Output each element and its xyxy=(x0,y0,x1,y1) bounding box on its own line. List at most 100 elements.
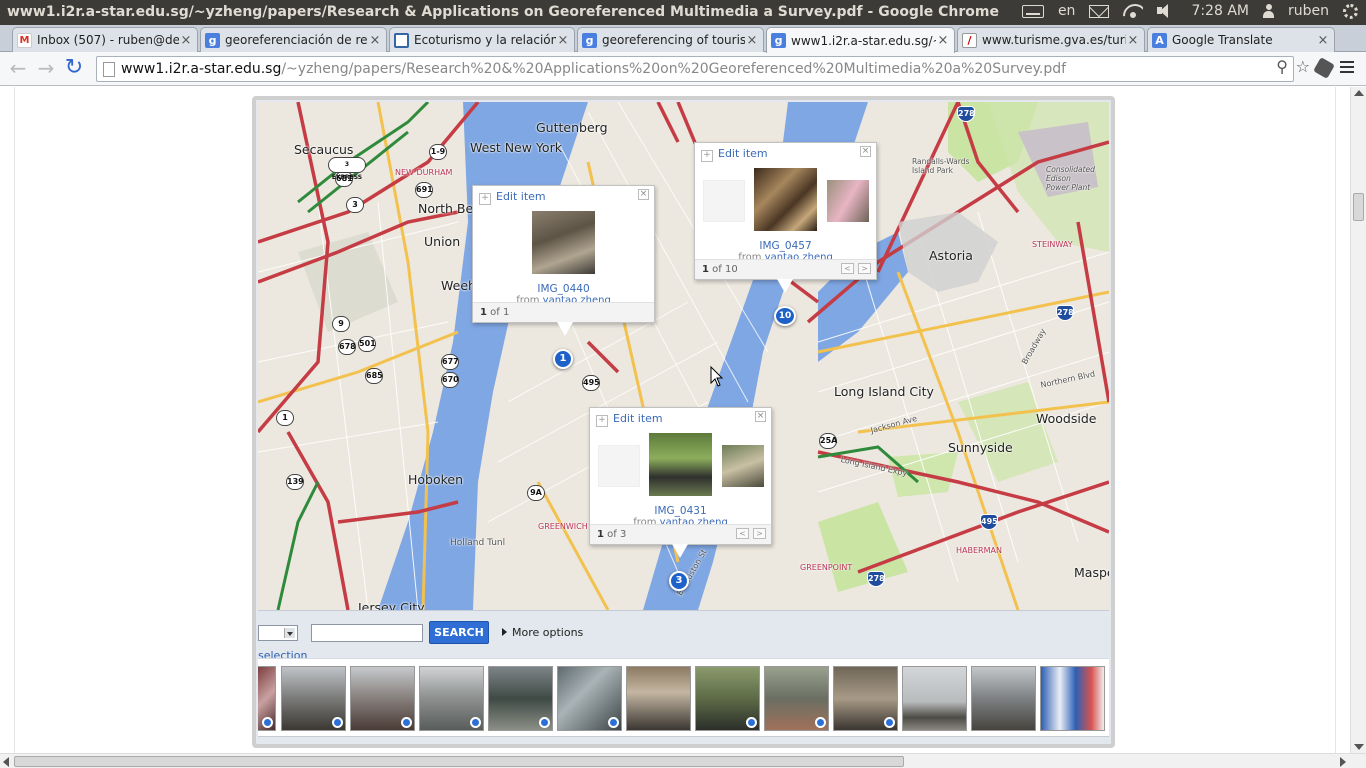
edit-item-link[interactable]: Edit item xyxy=(596,412,663,427)
scrollbar-thumb[interactable] xyxy=(14,756,904,767)
map-marker[interactable]: 10 xyxy=(774,306,796,326)
tab-georeferencing[interactable]: g georeferencing of touris × xyxy=(577,27,764,52)
reload-button[interactable]: ↻ xyxy=(62,57,86,81)
photo-thumbnail[interactable] xyxy=(754,168,817,231)
tab-turisme[interactable]: / www.turisme.gva.es/turi × xyxy=(957,27,1145,52)
scroll-left-icon[interactable] xyxy=(3,757,9,767)
photo-thumbnail-prev[interactable] xyxy=(703,180,745,222)
popup-next-button[interactable]: > xyxy=(753,528,766,539)
bookmark-star-icon[interactable]: ☆ xyxy=(1296,57,1310,76)
tab-georeferenciacion[interactable]: g georeferenciación de re × xyxy=(200,27,387,52)
scroll-down-icon[interactable] xyxy=(1354,744,1364,750)
popup-total: of 3 xyxy=(607,529,627,540)
close-icon[interactable]: × xyxy=(860,146,871,157)
scrollbar-thumb[interactable] xyxy=(1353,193,1364,221)
scroll-up-icon[interactable] xyxy=(1354,90,1364,96)
map-label-union-city: Union xyxy=(424,234,461,249)
photo-title-link[interactable]: IMG_0440 xyxy=(473,283,654,295)
pdf-viewport[interactable]: Guttenberg West New York Secaucus North … xyxy=(0,87,1350,753)
photo-thumbnail-next[interactable] xyxy=(722,445,764,487)
user-name[interactable]: ruben xyxy=(1288,3,1329,19)
keyboard-layout-indicator[interactable]: en xyxy=(1058,3,1076,19)
photo-thumbnail[interactable] xyxy=(532,211,595,274)
extension-icon[interactable] xyxy=(1313,57,1335,79)
pdf-icon: / xyxy=(962,32,977,48)
close-icon[interactable]: × xyxy=(755,411,766,422)
highway-shield: 501 xyxy=(358,336,376,352)
map-label-holland-tunnel: Holland Tunl xyxy=(450,538,506,548)
edit-item-link[interactable]: Edit item xyxy=(701,147,768,162)
tab-active-pdf[interactable]: g www1.i2r.a-star.edu.sg/~ × xyxy=(766,27,955,53)
chevron-down-icon xyxy=(287,632,293,636)
clock[interactable]: 7:28 AM xyxy=(1191,3,1249,19)
tab-google-translate[interactable]: A Google Translate × xyxy=(1147,27,1335,52)
strip-thumbnail[interactable] xyxy=(350,666,415,731)
tab-label: Inbox (507) - ruben@dev xyxy=(37,33,179,47)
tab-label: georeferencing of touris xyxy=(602,33,745,47)
keyboard-icon[interactable] xyxy=(1021,4,1044,18)
close-icon[interactable]: × xyxy=(1316,33,1330,48)
strip-thumbnail[interactable] xyxy=(626,666,691,731)
strip-thumbnail[interactable] xyxy=(488,666,553,731)
search-input[interactable] xyxy=(311,624,423,642)
photo-thumbnail[interactable] xyxy=(649,433,712,496)
user-icon[interactable] xyxy=(1262,4,1274,18)
strip-thumbnail[interactable] xyxy=(1040,666,1105,731)
strip-thumbnail[interactable] xyxy=(833,666,898,731)
close-icon[interactable]: × xyxy=(368,33,382,48)
map-view[interactable]: Guttenberg West New York Secaucus North … xyxy=(258,102,1109,610)
photo-thumbnail-prev[interactable] xyxy=(598,445,640,487)
photo-title-link[interactable]: IMG_0431 xyxy=(590,505,771,517)
search-button[interactable]: SEARCH xyxy=(429,621,489,644)
strip-thumbnail[interactable] xyxy=(695,666,760,731)
map-label-greenpoint: GREENPOINT xyxy=(800,563,853,572)
geotag-dot-icon xyxy=(884,717,895,728)
strip-thumbnail[interactable] xyxy=(419,666,484,731)
zoom-icon[interactable]: ⚲ xyxy=(1276,57,1288,76)
popup-prev-button[interactable]: < xyxy=(736,528,749,539)
search-scope-select[interactable] xyxy=(258,625,298,641)
tab-label: Google Translate xyxy=(1172,33,1273,47)
strip-thumbnail[interactable] xyxy=(902,666,967,731)
chrome-menu-icon[interactable] xyxy=(1340,61,1354,73)
map-marker[interactable]: 3 xyxy=(669,571,689,591)
tab-gmail[interactable]: M Inbox (507) - ruben@dev × xyxy=(12,27,198,52)
geotag-dot-icon xyxy=(746,717,757,728)
horizontal-scrollbar[interactable] xyxy=(0,753,1366,768)
strip-thumbnail[interactable] xyxy=(971,666,1036,731)
volume-icon[interactable] xyxy=(1157,4,1177,18)
photo-popup: Edit item × IMG_0431 from yantao zheng 1… xyxy=(589,407,772,558)
map-label-long-island-city: Long Island City xyxy=(834,384,934,399)
strip-thumbnail[interactable] xyxy=(281,666,346,731)
mail-icon[interactable] xyxy=(1089,4,1110,18)
strip-thumbnail[interactable] xyxy=(557,666,622,731)
photo-thumbnail-next[interactable] xyxy=(827,180,869,222)
scroll-right-icon[interactable] xyxy=(1340,757,1346,767)
close-icon[interactable]: × xyxy=(638,189,649,200)
tab-ecoturismo[interactable]: Ecoturismo y la relación × xyxy=(389,27,575,52)
close-icon[interactable]: × xyxy=(556,33,570,48)
strip-thumbnail[interactable] xyxy=(764,666,829,731)
close-icon[interactable]: × xyxy=(179,33,193,48)
tab-label: georeferenciación de re xyxy=(225,33,368,47)
map-label-woodside: Woodside xyxy=(1036,411,1097,426)
close-icon[interactable]: × xyxy=(745,33,759,48)
gear-icon[interactable] xyxy=(1343,3,1358,19)
wifi-icon[interactable] xyxy=(1123,4,1143,18)
geotag-dot-icon xyxy=(539,717,550,728)
popup-page-count: 1 of 1 xyxy=(480,307,509,318)
photo-title-link[interactable]: IMG_0457 xyxy=(695,240,876,252)
more-options-toggle[interactable]: More options xyxy=(502,626,583,639)
popup-next-button[interactable]: > xyxy=(858,263,871,274)
vertical-scrollbar[interactable] xyxy=(1350,87,1366,753)
strip-thumbnail[interactable] xyxy=(258,666,276,731)
address-bar[interactable]: www1.i2r.a-star.edu.sg/~yzheng/papers/Re… xyxy=(96,56,1294,82)
map-app-screenshot: Guttenberg West New York Secaucus North … xyxy=(252,96,1115,748)
close-icon[interactable]: × xyxy=(1126,33,1140,48)
popup-prev-button[interactable]: < xyxy=(841,263,854,274)
edit-item-link[interactable]: Edit item xyxy=(479,190,546,205)
map-marker[interactable]: 1 xyxy=(553,349,573,369)
back-button[interactable]: ← xyxy=(6,57,30,81)
forward-button[interactable]: → xyxy=(34,57,58,81)
close-icon[interactable]: × xyxy=(936,33,950,48)
